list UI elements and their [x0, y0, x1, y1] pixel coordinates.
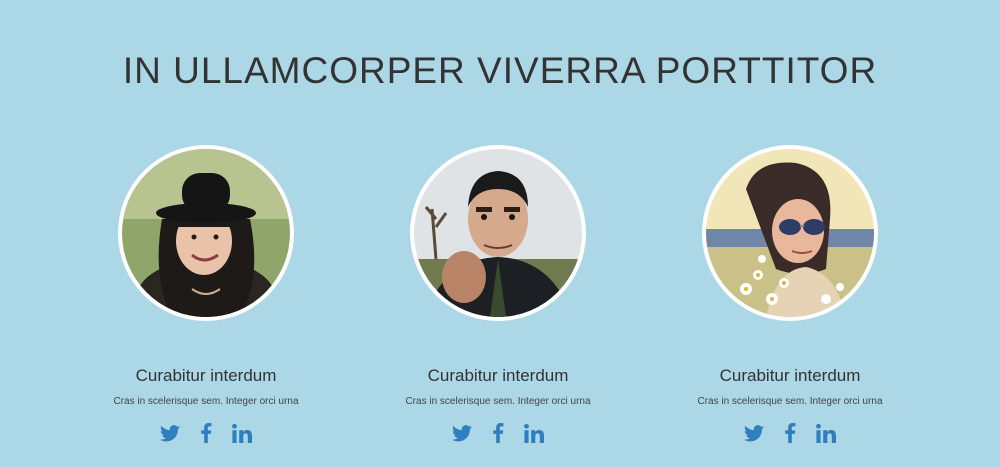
twitter-icon[interactable] [159, 422, 181, 444]
avatar-photo-woman-sunglasses [706, 149, 874, 317]
avatar-photo-woman-hat [122, 149, 290, 317]
team-member-card: Curabitur interdum Cras in scelerisque s… [352, 0, 644, 467]
twitter-icon[interactable] [743, 422, 765, 444]
member-description: Cras in scelerisque sem. Integer orci ur… [405, 396, 591, 407]
linkedin-icon[interactable] [231, 422, 253, 444]
linkedin-icon[interactable] [523, 422, 545, 444]
avatar [702, 145, 878, 321]
twitter-icon[interactable] [451, 422, 473, 444]
member-name: Curabitur interdum [427, 366, 569, 385]
facebook-icon[interactable] [195, 422, 217, 444]
facebook-icon[interactable] [779, 422, 801, 444]
member-name: Curabitur interdum [719, 366, 861, 385]
team-member-card: Curabitur interdum Cras in scelerisque s… [644, 0, 936, 467]
social-links [644, 422, 936, 444]
team-grid: Curabitur interdum Cras in scelerisque s… [0, 0, 1000, 467]
avatar [118, 145, 294, 321]
avatar [410, 145, 586, 321]
facebook-icon[interactable] [487, 422, 509, 444]
avatar-photo-man-pointing [414, 149, 582, 317]
member-name: Curabitur interdum [135, 366, 277, 385]
member-description: Cras in scelerisque sem. Integer orci ur… [113, 396, 299, 407]
social-links [352, 422, 644, 444]
member-description: Cras in scelerisque sem. Integer orci ur… [697, 396, 883, 407]
team-member-card: Curabitur interdum Cras in scelerisque s… [60, 0, 352, 467]
linkedin-icon[interactable] [815, 422, 837, 444]
social-links [60, 422, 352, 444]
